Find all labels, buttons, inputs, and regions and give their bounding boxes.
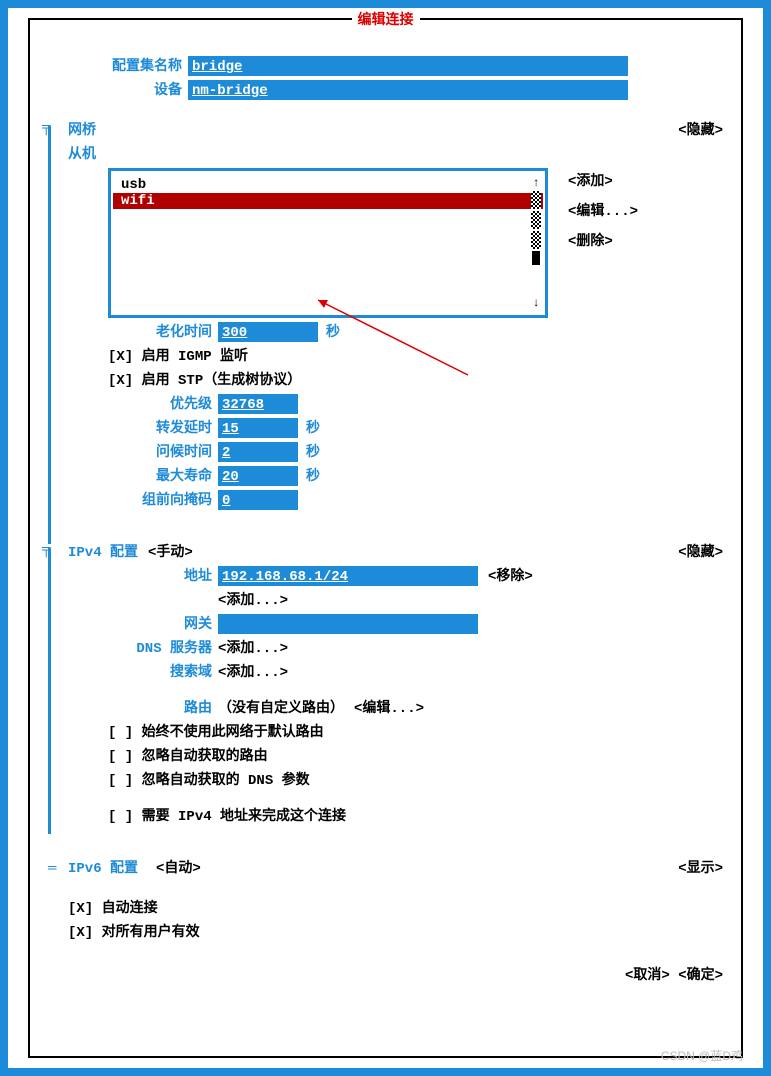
max-age-unit: 秒 bbox=[306, 466, 320, 488]
bridge-hide-button[interactable]: <隐藏> bbox=[678, 120, 723, 142]
hello-input[interactable]: 2 bbox=[218, 442, 298, 462]
slave-item-usb[interactable]: usb bbox=[113, 177, 543, 193]
fwd-delay-unit: 秒 bbox=[306, 418, 320, 440]
group-mask-label: 组前向掩码 bbox=[48, 490, 218, 512]
max-age-label: 最大寿命 bbox=[48, 466, 218, 488]
igmp-checkbox[interactable]: [X] 启用 IGMP 监听 bbox=[108, 346, 248, 368]
all-users-checkbox[interactable]: [X] 对所有用户有效 bbox=[68, 922, 200, 944]
slaves-label: 从机 bbox=[68, 144, 96, 166]
aging-label: 老化时间 bbox=[48, 322, 218, 344]
slave-delete-button[interactable]: <删除> bbox=[568, 230, 638, 250]
slave-item-wifi[interactable]: wifi bbox=[113, 193, 543, 209]
ignore-routes-checkbox[interactable]: [ ] 忽略自动获取的路由 bbox=[108, 746, 268, 768]
ipv4-gateway-label: 网关 bbox=[48, 614, 218, 636]
cancel-button[interactable]: <取消> bbox=[625, 968, 670, 984]
group-mask-input[interactable]: 0 bbox=[218, 490, 298, 510]
stp-checkbox[interactable]: [X] 启用 STP（生成树协议） bbox=[108, 370, 301, 392]
ipv4-address-label: 地址 bbox=[48, 566, 218, 588]
aging-unit: 秒 bbox=[326, 322, 340, 344]
ipv4-routes-none: （没有自定义路由） bbox=[218, 698, 344, 720]
profile-name-input[interactable]: bridge bbox=[188, 56, 628, 76]
ipv6-mode-select[interactable]: <自动> bbox=[156, 858, 201, 880]
slaves-listbox[interactable]: usb wifi ↑ ↓ bbox=[108, 168, 548, 318]
hello-unit: 秒 bbox=[306, 442, 320, 464]
device-input[interactable]: nm-bridge bbox=[188, 80, 628, 100]
ipv4-mode-select[interactable]: <手动> bbox=[148, 542, 193, 564]
ipv4-routes-edit-button[interactable]: <编辑...> bbox=[354, 698, 424, 720]
scroll-up-icon[interactable]: ↑ bbox=[532, 177, 539, 189]
ipv4-hide-button[interactable]: <隐藏> bbox=[678, 542, 723, 564]
aging-input[interactable]: 300 bbox=[218, 322, 318, 342]
fwd-delay-input[interactable]: 15 bbox=[218, 418, 298, 438]
ipv4-address-add-button[interactable]: <添加...> bbox=[218, 590, 288, 612]
profile-name-label: 配置集名称 bbox=[48, 56, 188, 78]
device-label: 设备 bbox=[48, 80, 188, 102]
ipv4-dns-label: DNS 服务器 bbox=[48, 638, 218, 660]
priority-label: 优先级 bbox=[48, 394, 218, 416]
ipv4-routes-label: 路由 bbox=[48, 698, 218, 720]
ipv4-dns-add-button[interactable]: <添加...> bbox=[218, 638, 288, 660]
fwd-delay-label: 转发延时 bbox=[48, 418, 218, 440]
slave-add-button[interactable]: <添加> bbox=[568, 170, 638, 190]
slaves-scrollbar[interactable]: ↑ ↓ bbox=[530, 177, 542, 309]
ipv6-show-button[interactable]: <显示> bbox=[678, 858, 723, 880]
ipv4-address-input[interactable]: 192.168.68.1/24 bbox=[218, 566, 478, 586]
ipv4-search-add-button[interactable]: <添加...> bbox=[218, 662, 288, 684]
never-default-checkbox[interactable]: [ ] 始终不使用此网络于默认路由 bbox=[108, 722, 324, 744]
ipv4-search-label: 搜索域 bbox=[48, 662, 218, 684]
dialog-title: 编辑连接 bbox=[352, 9, 420, 29]
ok-button[interactable]: <确定> bbox=[678, 968, 723, 984]
max-age-input[interactable]: 20 bbox=[218, 466, 298, 486]
ignore-dns-checkbox[interactable]: [ ] 忽略自动获取的 DNS 参数 bbox=[108, 770, 310, 792]
require-ipv4-checkbox[interactable]: [ ] 需要 IPv4 地址来完成这个连接 bbox=[108, 806, 346, 828]
ipv4-section-label: IPv4 配置 bbox=[68, 542, 138, 564]
ipv6-section-label: IPv6 配置 bbox=[68, 858, 138, 880]
slave-edit-button[interactable]: <编辑...> bbox=[568, 200, 638, 220]
bridge-section-label: 网桥 bbox=[68, 120, 96, 142]
hello-label: 问候时间 bbox=[48, 442, 218, 464]
ipv4-address-remove-button[interactable]: <移除> bbox=[488, 566, 533, 588]
scroll-thumb[interactable] bbox=[532, 251, 540, 265]
watermark: CSDN @蓝D鸡 bbox=[661, 1047, 743, 1064]
scroll-down-icon[interactable]: ↓ bbox=[532, 297, 539, 309]
auto-connect-checkbox[interactable]: [X] 自动连接 bbox=[68, 898, 158, 920]
ipv4-gateway-input[interactable] bbox=[218, 614, 478, 634]
priority-input[interactable]: 32768 bbox=[218, 394, 298, 414]
